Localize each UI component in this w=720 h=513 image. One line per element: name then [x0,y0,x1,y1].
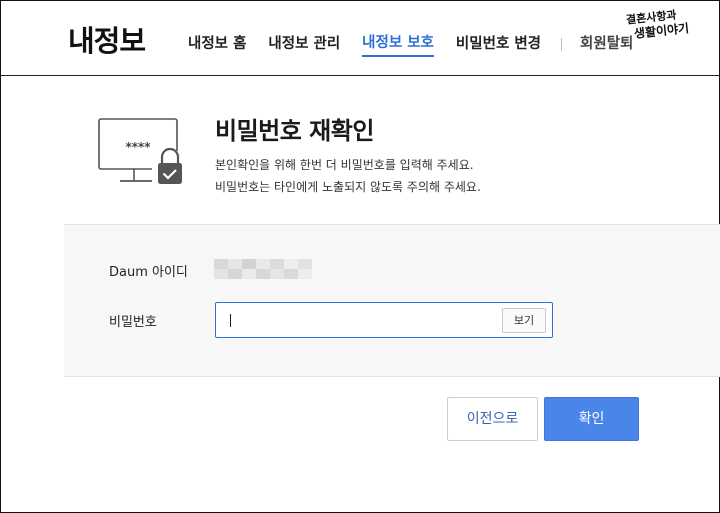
password-input[interactable] [226,309,496,331]
password-field[interactable]: 보기 [215,302,553,338]
intro-desc-line1: 본인확인을 위해 한번 더 비밀번호를 입력해 주세요. [215,158,474,172]
intro-description: 본인확인을 위해 한번 더 비밀번호를 입력해 주세요. 비밀번호는 타인에게 … [215,154,481,198]
text-caret [230,314,231,327]
intro-desc-line2: 비밀번호는 타인에게 노출되지 않도록 주의해 주세요. [215,180,481,194]
password-label: 비밀번호 [109,315,157,330]
brand-title: 내정보 [68,24,146,58]
form-panel [64,224,720,377]
confirm-button[interactable]: 확인 [544,397,639,441]
previous-button[interactable]: 이전으로 [447,397,538,441]
show-password-button[interactable]: 보기 [502,308,546,333]
nav-item-protect[interactable]: 내정보 보호 [362,31,434,57]
masked-password-text: **** [125,140,151,154]
nav-item-home[interactable]: 내정보 홈 [188,32,246,56]
nav-divider [561,37,563,51]
top-nav: 내정보 홈 내정보 관리 내정보 보호 비밀번호 변경 회원탈퇴 [188,31,633,57]
watermark-logo: 결혼사항과 생활이야기 [618,8,714,52]
nav-item-change-password[interactable]: 비밀번호 변경 [456,32,541,56]
account-id-label: Daum 아이디 [109,265,188,280]
nav-item-manage[interactable]: 내정보 관리 [268,32,340,56]
page-title: 비밀번호 재확인 [215,117,374,145]
monitor-lock-icon: **** [98,118,190,190]
account-id-value-blurred [214,259,312,279]
page-header: 내정보 내정보 홈 내정보 관리 내정보 보호 비밀번호 변경 회원탈퇴 결혼사… [0,0,720,76]
